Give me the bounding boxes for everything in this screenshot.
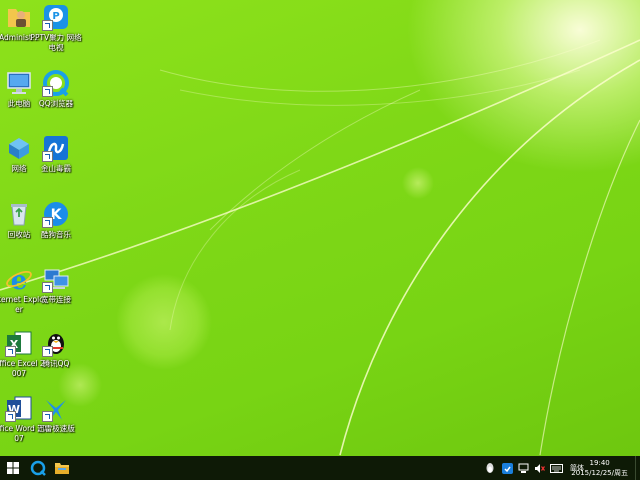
qq-penguin-icon bbox=[42, 329, 70, 357]
shortcut-arrow-icon bbox=[42, 282, 53, 293]
desktop-icon-label: 酷狗音乐 bbox=[41, 230, 71, 239]
kingsoft-antivirus-icon bbox=[42, 134, 70, 162]
tray-clock[interactable]: 19:40 2015/12/25/周五 bbox=[571, 458, 628, 478]
kugou-music-icon: K bbox=[42, 200, 70, 228]
desktop-icon-pptv[interactable]: P PPTV聚力 网络电视 bbox=[26, 0, 86, 64]
windows-start-icon bbox=[7, 462, 19, 474]
desktop-icon-label: 金山毒霸 bbox=[41, 164, 71, 173]
clock-time: 19:40 bbox=[589, 459, 610, 467]
desktop: Administ... 此电脑 网络 回收站 e ernet Explorer … bbox=[0, 0, 640, 456]
desktop-icon-qq-browser[interactable]: QQ浏览器 bbox=[26, 66, 86, 130]
start-button[interactable] bbox=[0, 456, 26, 480]
qq-browser-icon bbox=[42, 69, 70, 97]
shortcut-arrow-icon bbox=[42, 151, 53, 162]
broadband-connection-icon bbox=[42, 265, 70, 293]
tray-qq-icon[interactable] bbox=[484, 456, 496, 480]
taskbar-file-explorer-button[interactable] bbox=[49, 456, 75, 480]
desktop-icon-tencent-qq[interactable]: 腾讯QQ bbox=[26, 326, 86, 390]
desktop-icon-label: QQ浏览器 bbox=[38, 99, 74, 108]
shortcut-arrow-icon bbox=[5, 346, 16, 357]
desktop-icon-broadband-connection[interactable]: 宽带连接 bbox=[26, 262, 86, 326]
shortcut-arrow-icon bbox=[42, 86, 53, 97]
svg-text:e: e bbox=[11, 266, 28, 293]
shortcut-arrow-icon bbox=[42, 217, 53, 228]
desktop-icon-label: 腾讯QQ bbox=[42, 359, 70, 368]
tray-volume-muted-icon[interactable] bbox=[533, 456, 545, 480]
desktop-icon-label: PPTV聚力 网络电视 bbox=[30, 33, 82, 52]
svg-text:P: P bbox=[52, 11, 59, 22]
pptv-icon: P bbox=[42, 3, 70, 31]
taskbar: 简体 19:40 2015/12/25/周五 bbox=[0, 456, 640, 480]
desktop-icon-label: 宽带连接 bbox=[41, 295, 71, 304]
qq-browser-icon bbox=[30, 460, 46, 476]
shortcut-arrow-icon bbox=[42, 20, 53, 31]
file-explorer-icon bbox=[55, 463, 69, 474]
desktop-icon-kingsoft-antivirus[interactable]: 金山毒霸 bbox=[26, 131, 86, 195]
xunlei-icon bbox=[42, 394, 70, 422]
tray-network-icon[interactable] bbox=[517, 456, 529, 480]
clock-date: 2015/12/25/周五 bbox=[571, 469, 628, 477]
desktop-icon-kugou-music[interactable]: K 酷狗音乐 bbox=[26, 197, 86, 261]
wallpaper-swoosh-lines bbox=[0, 39, 640, 456]
tray-keyboard-icon[interactable] bbox=[549, 456, 563, 480]
show-desktop-button[interactable] bbox=[635, 456, 640, 480]
tray-security-icon[interactable] bbox=[501, 456, 513, 480]
desktop-icon-xunlei[interactable]: 迅雷极速版 bbox=[26, 391, 86, 455]
desktop-icon-label: 迅雷极速版 bbox=[37, 424, 75, 433]
taskbar-qq-browser-button[interactable] bbox=[25, 456, 51, 480]
shortcut-arrow-icon bbox=[42, 411, 53, 422]
shortcut-arrow-icon bbox=[5, 411, 16, 422]
shortcut-arrow-icon bbox=[42, 346, 53, 357]
